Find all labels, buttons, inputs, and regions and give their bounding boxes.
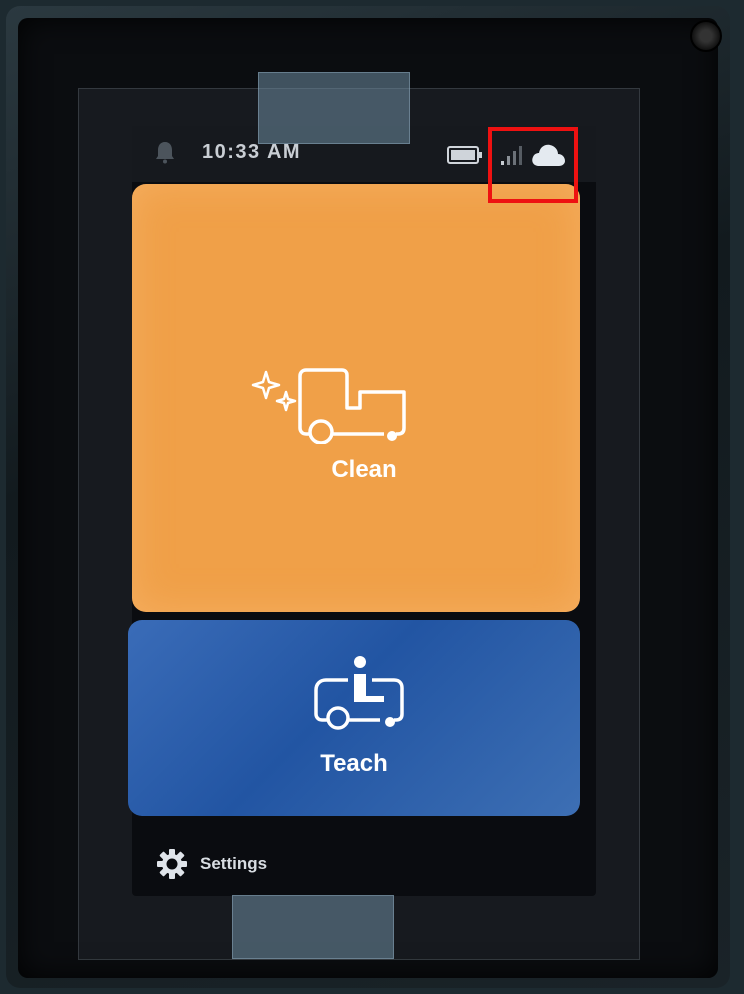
settings-button[interactable]: Settings bbox=[156, 848, 267, 880]
gear-icon bbox=[157, 849, 187, 879]
bell-icon[interactable] bbox=[154, 140, 176, 164]
settings-label: Settings bbox=[200, 854, 268, 873]
screw bbox=[690, 20, 722, 52]
clock-time: 10:33 AM bbox=[202, 141, 302, 163]
highlight-box bbox=[488, 127, 578, 203]
battery-icon bbox=[447, 146, 482, 164]
sparkle-truck-icon bbox=[251, 368, 406, 444]
teach-label: Teach bbox=[320, 750, 388, 777]
touch-screen: 10:33 AM Clean Teach Settings bbox=[128, 126, 596, 896]
clean-button[interactable]: Clean bbox=[132, 184, 580, 612]
tape-strip-bottom bbox=[232, 895, 394, 959]
teach-button[interactable]: Teach bbox=[128, 620, 580, 816]
driver-truck-icon bbox=[314, 656, 404, 730]
clean-label: Clean bbox=[331, 456, 397, 483]
tape-strip-top bbox=[258, 72, 410, 144]
